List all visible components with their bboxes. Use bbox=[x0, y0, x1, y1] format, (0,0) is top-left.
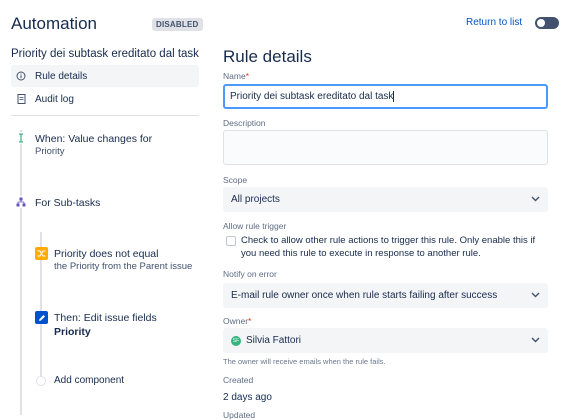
description-textarea[interactable] bbox=[223, 130, 548, 165]
toggle-knob bbox=[537, 19, 545, 27]
notify-label: Notify on error bbox=[223, 269, 277, 279]
created-value: 2 days ago bbox=[223, 392, 272, 403]
updated-label: Updated bbox=[223, 410, 256, 420]
scope-label: Scope bbox=[223, 175, 248, 185]
name-label: Name* bbox=[223, 71, 249, 81]
status-badge: DISABLED bbox=[152, 18, 203, 31]
pencil-icon bbox=[35, 311, 48, 324]
nav-item-audit-log[interactable]: Audit log bbox=[11, 88, 199, 110]
page-title: Automation bbox=[11, 14, 97, 33]
add-component-button[interactable]: Add component bbox=[54, 374, 124, 388]
notify-select[interactable]: E-mail rule owner once when rule starts … bbox=[223, 283, 548, 308]
chevron-down-icon bbox=[531, 194, 540, 205]
action-title: Then: Edit issue fields bbox=[54, 312, 157, 324]
condition-title: Priority does not equal bbox=[54, 248, 159, 260]
shuffle-icon bbox=[35, 247, 48, 260]
notify-value: E-mail rule owner once when rule starts … bbox=[231, 290, 498, 301]
owner-label: Owner* bbox=[223, 316, 252, 326]
scope-value: All projects bbox=[231, 194, 280, 205]
rule-details-heading: Rule details bbox=[223, 47, 312, 66]
scope-select[interactable]: All projects bbox=[223, 187, 548, 212]
allow-trigger-description: Check to allow other rule actions to tri… bbox=[241, 235, 536, 259]
owner-select[interactable]: SF Silvia Fattori bbox=[223, 328, 548, 353]
allow-trigger-checkbox[interactable] bbox=[226, 236, 236, 246]
action-component[interactable]: Then: Edit issue fields Priority bbox=[54, 311, 157, 339]
condition-detail: the Priority from the Parent issue bbox=[54, 261, 193, 272]
return-to-list-link[interactable]: Return to list bbox=[466, 17, 522, 28]
add-component-node bbox=[36, 376, 46, 386]
owner-hint: The owner will receive emails when the r… bbox=[223, 357, 386, 366]
rule-name-input[interactable]: Priority dei subtask ereditato dal task bbox=[223, 84, 548, 109]
description-label: Description bbox=[223, 118, 266, 128]
sidebar-divider bbox=[11, 115, 199, 116]
avatar: SF bbox=[231, 335, 241, 346]
document-icon bbox=[15, 93, 27, 105]
nav-label: Audit log bbox=[35, 93, 74, 105]
branch-component[interactable]: For Sub-tasks bbox=[35, 196, 100, 210]
trigger-icon bbox=[15, 132, 27, 144]
workflow-line bbox=[20, 130, 22, 415]
allow-trigger-label: Allow rule trigger bbox=[223, 221, 287, 231]
action-field: Priority bbox=[54, 326, 91, 338]
condition-component[interactable]: Priority does not equal the Priority fro… bbox=[54, 247, 192, 272]
rule-name-title: Priority dei subtask ereditato dal task bbox=[11, 48, 199, 60]
branch-icon bbox=[15, 196, 27, 208]
nav-label: Rule details bbox=[35, 70, 88, 82]
trigger-component[interactable]: When: Value changes for Priority bbox=[35, 132, 152, 157]
trigger-field: Priority bbox=[35, 146, 65, 157]
created-label: Created bbox=[223, 375, 254, 385]
chevron-down-icon bbox=[531, 335, 540, 346]
chevron-down-icon bbox=[531, 290, 540, 301]
owner-value: Silvia Fattori bbox=[246, 335, 302, 346]
info-icon bbox=[15, 70, 27, 82]
trigger-title: When: Value changes for bbox=[35, 133, 153, 145]
rule-enable-toggle[interactable] bbox=[535, 17, 559, 29]
nav-item-rule-details[interactable]: Rule details bbox=[11, 65, 199, 87]
